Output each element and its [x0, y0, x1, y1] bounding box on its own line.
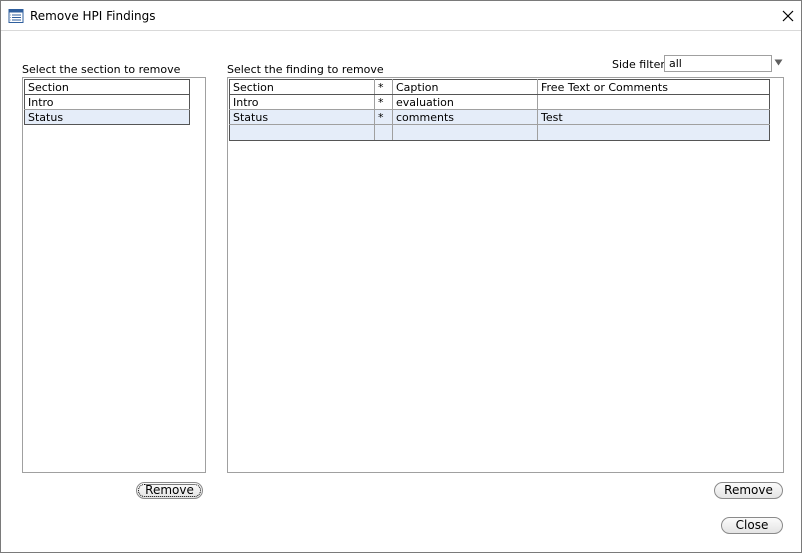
- remove-finding-button[interactable]: Remove: [714, 482, 783, 499]
- remove-section-button[interactable]: Remove: [136, 482, 203, 499]
- close-button[interactable]: Close: [721, 517, 783, 534]
- section-list-label: Select the section to remove: [22, 63, 181, 76]
- table-row-filler: [229, 124, 770, 141]
- section-cell[interactable]: Intro: [24, 94, 190, 110]
- caption-column-header[interactable]: Caption: [392, 79, 538, 95]
- table-row[interactable]: Intro: [24, 94, 190, 110]
- finding-listbox[interactable]: Section * Caption Free Text or Comments …: [227, 77, 784, 473]
- close-icon[interactable]: [777, 5, 799, 27]
- title-bar: Remove HPI Findings: [1, 1, 801, 31]
- section-column-header[interactable]: Section: [24, 79, 190, 95]
- section-cell[interactable]: Status: [24, 109, 190, 125]
- remove-hpi-findings-window: Remove HPI Findings Select the section t…: [0, 0, 802, 553]
- star-cell[interactable]: *: [374, 109, 393, 125]
- filler-cell: [392, 124, 538, 141]
- free-text-column-header[interactable]: Free Text or Comments: [537, 79, 770, 95]
- section-cell[interactable]: Intro: [229, 94, 375, 110]
- dropdown-arrow-icon[interactable]: [774, 58, 783, 67]
- section-column-header[interactable]: Section: [229, 79, 375, 95]
- section-cell[interactable]: Status: [229, 109, 375, 125]
- finding-list-label: Select the finding to remove: [227, 63, 384, 76]
- star-column-header[interactable]: *: [374, 79, 393, 95]
- caption-cell[interactable]: evaluation: [392, 94, 538, 110]
- star-cell[interactable]: *: [374, 94, 393, 110]
- side-filter-select[interactable]: all: [664, 55, 772, 72]
- section-table-header-row: Section: [24, 79, 190, 95]
- filler-cell: [229, 124, 375, 141]
- filler-cell: [374, 124, 393, 141]
- free-text-cell[interactable]: Test: [537, 109, 770, 125]
- window-title: Remove HPI Findings: [30, 9, 156, 23]
- caption-cell[interactable]: comments: [392, 109, 538, 125]
- side-filter-label: Side filter:: [612, 58, 669, 71]
- finding-table-header-row: Section * Caption Free Text or Comments: [229, 79, 770, 95]
- section-table: Section Intro Status: [24, 79, 190, 125]
- table-row[interactable]: Status: [24, 109, 190, 125]
- finding-table: Section * Caption Free Text or Comments …: [229, 79, 770, 141]
- filler-cell: [537, 124, 770, 141]
- table-row[interactable]: Status * comments Test: [229, 109, 770, 125]
- free-text-cell[interactable]: [537, 94, 770, 110]
- form-table-icon: [8, 9, 24, 23]
- table-row[interactable]: Intro * evaluation: [229, 94, 770, 110]
- section-listbox[interactable]: Section Intro Status: [22, 77, 206, 473]
